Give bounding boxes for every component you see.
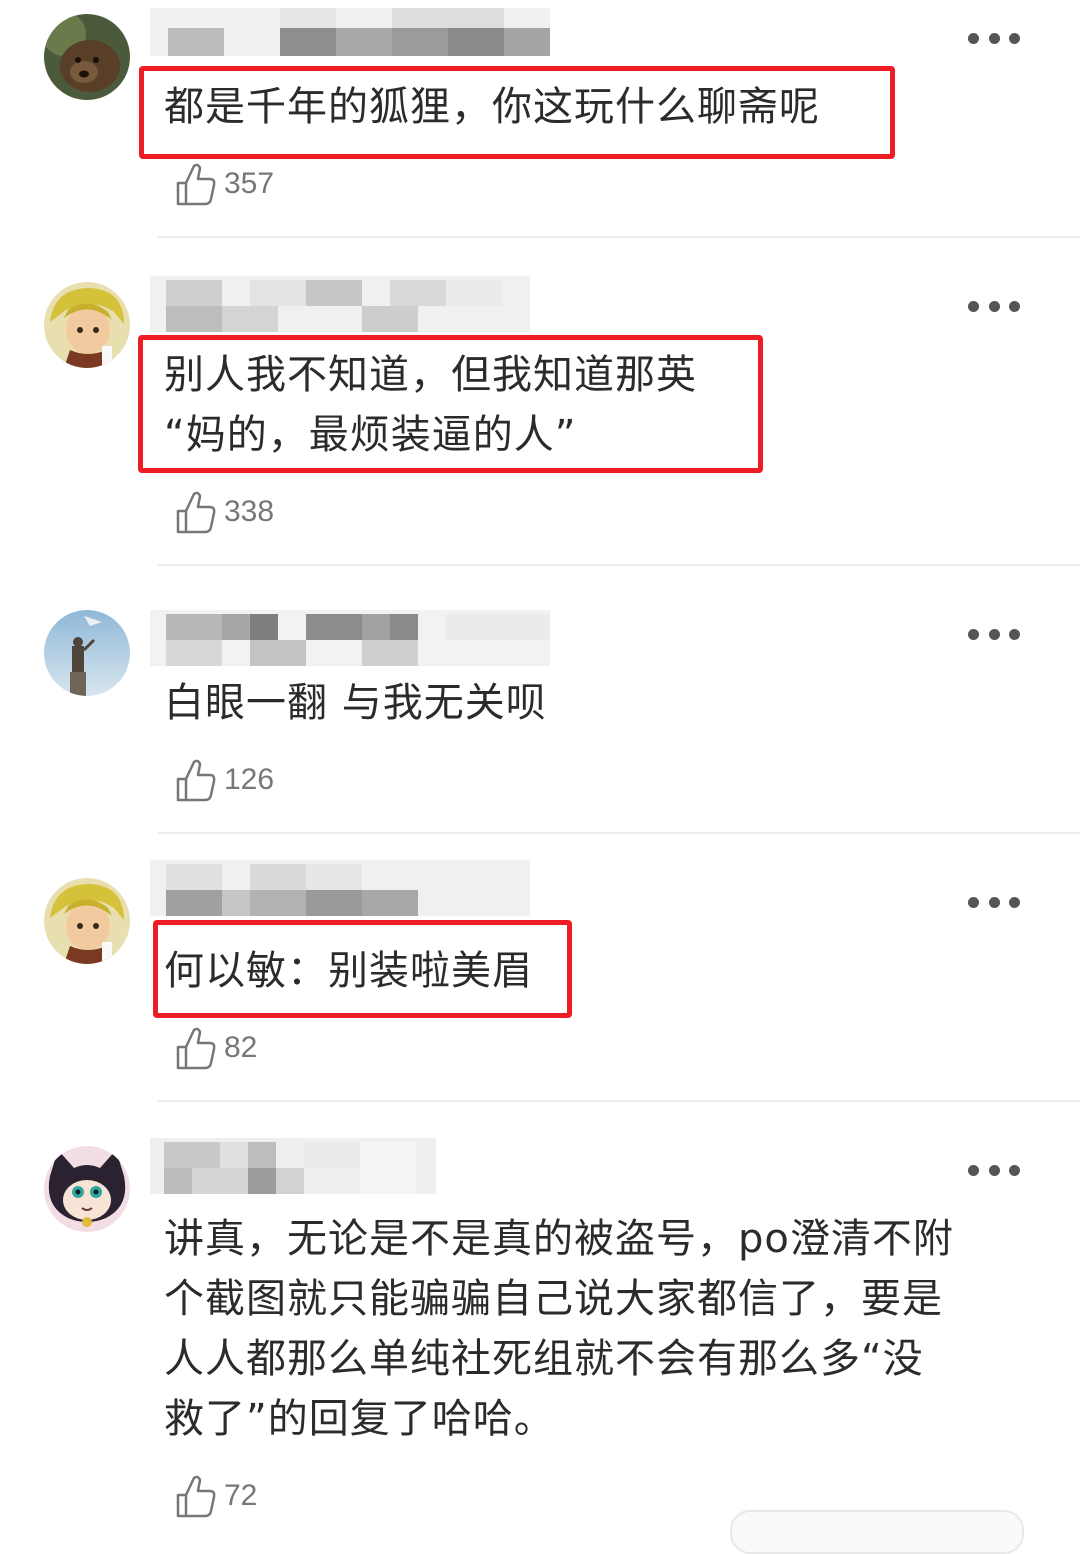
highlight-box [138,335,763,473]
divider [158,236,1080,238]
like-count: 126 [224,763,275,796]
thumbs-up-icon [176,1475,216,1518]
like-count: 338 [224,495,275,528]
comment-text: 讲真，无论是不是真的被盗号，po澄清不附 个截图就只能骗骗自己说大家都信了，要是… [164,1216,954,1442]
divider [158,832,1080,834]
more-horizontal-icon [968,628,979,640]
more-options-button[interactable] [968,298,1020,314]
avatar[interactable] [44,610,130,696]
like-button[interactable]: 72 [174,1472,257,1520]
thumbs-up-icon [176,759,216,802]
username-blurred[interactable] [150,610,550,666]
more-horizontal-icon [968,1164,979,1176]
like-count: 357 [224,167,275,200]
like-count: 72 [224,1479,258,1512]
thumbs-up-icon [176,1027,216,1070]
more-horizontal-icon [968,300,979,312]
more-horizontal-icon [968,896,979,908]
more-horizontal-icon [968,32,979,44]
like-button[interactable]: 357 [174,160,274,208]
username-blurred[interactable] [150,860,550,916]
username-blurred[interactable] [150,276,550,332]
avatar[interactable] [44,878,130,964]
more-options-button[interactable] [968,30,1020,46]
like-button[interactable]: 126 [174,756,274,804]
highlight-box [139,66,895,159]
highlight-box [153,920,572,1018]
thumbs-up-icon [176,163,216,206]
comment-text: 白眼一翻 与我无关呗 [164,680,547,726]
like-button[interactable]: 338 [174,488,274,536]
more-options-button[interactable] [968,626,1020,642]
avatar[interactable] [44,282,130,368]
reply-input-bar[interactable] [730,1510,1024,1554]
avatar[interactable] [44,1146,130,1232]
like-button[interactable]: 82 [174,1024,257,1072]
like-count: 82 [224,1031,258,1064]
username-blurred[interactable] [150,1138,550,1194]
more-options-button[interactable] [968,894,1020,910]
thumbs-up-icon [176,491,216,534]
username-blurred[interactable] [150,8,550,58]
divider [158,1100,1080,1102]
more-options-button[interactable] [968,1162,1020,1178]
divider [158,564,1080,566]
avatar[interactable] [44,14,130,100]
